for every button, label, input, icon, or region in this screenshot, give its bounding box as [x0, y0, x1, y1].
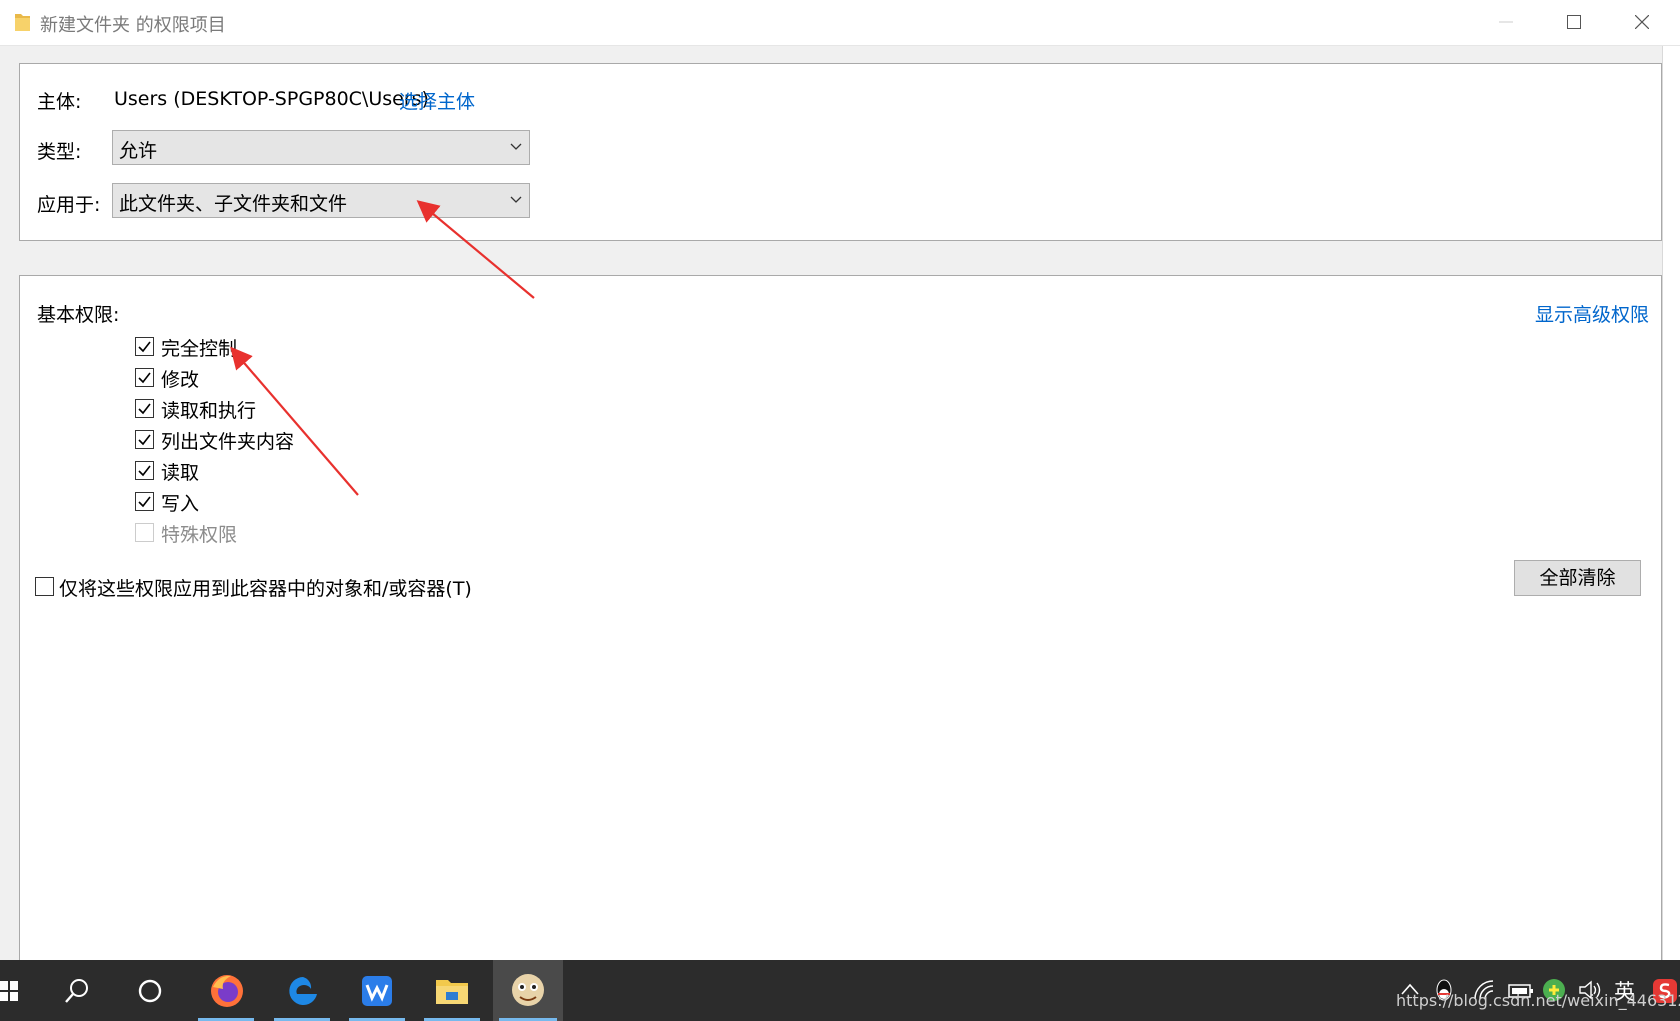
watermark: https://blog.csdn.net/weixin_44631286	[1396, 991, 1680, 1010]
file-explorer-icon	[436, 980, 468, 1004]
select-principal-link[interactable]: 选择主体	[399, 87, 475, 114]
checkmark-icon	[138, 465, 151, 477]
permission-label: 读取	[161, 462, 200, 484]
permission-checkbox[interactable]	[135, 430, 154, 449]
apply-only-label: 仅将这些权限应用到此容器中的对象和/或容器(T)	[59, 578, 472, 600]
window-title: 新建文件夹 的权限项目	[40, 15, 226, 36]
folder-icon	[15, 14, 30, 31]
dialog-content: 主体: Users (DESKTOP-SPGP80C\Users) 选择主体 类…	[0, 46, 1662, 977]
permissions-panel: 基本权限: 显示高级权限 完全控制 修改 读取和执行 列出文件夹内容 读取 写入 特殊权限 …	[19, 275, 1662, 977]
cortana-icon	[138, 979, 162, 1003]
close-button[interactable]	[1609, 0, 1675, 45]
search-button[interactable]	[42, 960, 110, 1021]
clear-all-button[interactable]: 全部清除	[1514, 560, 1641, 596]
checkmark-icon	[138, 434, 151, 446]
permission-label: 特殊权限	[161, 524, 238, 546]
checkmark-icon	[138, 403, 151, 415]
principal-panel: 主体: Users (DESKTOP-SPGP80C\Users) 选择主体 类…	[19, 63, 1662, 241]
permission-checkbox[interactable]	[135, 461, 154, 480]
taskbar-firefox[interactable]	[192, 960, 260, 1021]
search-icon	[65, 979, 88, 1003]
checkmark-icon	[138, 496, 151, 508]
window-right-edge	[1662, 46, 1680, 960]
app-avatar-icon	[512, 974, 544, 1006]
type-label: 类型:	[37, 141, 82, 163]
chevron-down-icon	[510, 143, 522, 150]
permission-checkbox[interactable]	[135, 368, 154, 387]
taskbar-active-app[interactable]	[493, 960, 563, 1021]
permission-label: 修改	[161, 369, 200, 391]
taskbar-edge[interactable]	[268, 960, 336, 1021]
taskbar-file-explorer[interactable]	[418, 960, 486, 1021]
permission-label: 列出文件夹内容	[161, 431, 295, 453]
chevron-down-icon	[510, 196, 522, 203]
type-value: 允许	[119, 140, 158, 162]
principal-label: 主体:	[37, 91, 82, 113]
checkmark-icon	[138, 341, 151, 353]
maximize-icon	[1567, 15, 1581, 29]
windows-start-icon	[0, 981, 18, 1001]
basic-permissions-label: 基本权限:	[37, 304, 120, 326]
permission-label: 写入	[161, 493, 200, 515]
close-icon	[1635, 15, 1649, 29]
maximize-button[interactable]	[1541, 0, 1607, 45]
minimize-button[interactable]	[1473, 0, 1539, 45]
checkmark-icon	[138, 372, 151, 384]
edge-icon	[289, 977, 317, 1005]
principal-value: Users (DESKTOP-SPGP80C\Users)	[114, 88, 429, 110]
start-button[interactable]	[0, 960, 30, 1021]
type-dropdown[interactable]: 允许	[112, 130, 530, 165]
permission-checkbox[interactable]	[135, 399, 154, 418]
cortana-button[interactable]	[116, 960, 184, 1021]
permission-checkbox	[135, 523, 154, 542]
show-advanced-link[interactable]: 显示高级权限	[1535, 300, 1649, 327]
minimize-icon	[1499, 21, 1513, 23]
permission-label: 完全控制	[161, 338, 238, 360]
permission-checkbox[interactable]	[135, 492, 154, 511]
applies-to-label: 应用于:	[37, 194, 101, 216]
firefox-icon	[211, 975, 243, 1007]
apply-only-checkbox[interactable]	[35, 577, 54, 596]
permission-checkbox[interactable]	[135, 337, 154, 356]
taskbar-wps[interactable]	[343, 960, 411, 1021]
wps-icon	[362, 976, 392, 1006]
applies-to-value: 此文件夹、子文件夹和文件	[119, 193, 348, 215]
applies-to-dropdown[interactable]: 此文件夹、子文件夹和文件	[112, 183, 530, 218]
permission-label: 读取和执行	[161, 400, 257, 422]
title-bar: 新建文件夹 的权限项目	[0, 0, 1680, 46]
